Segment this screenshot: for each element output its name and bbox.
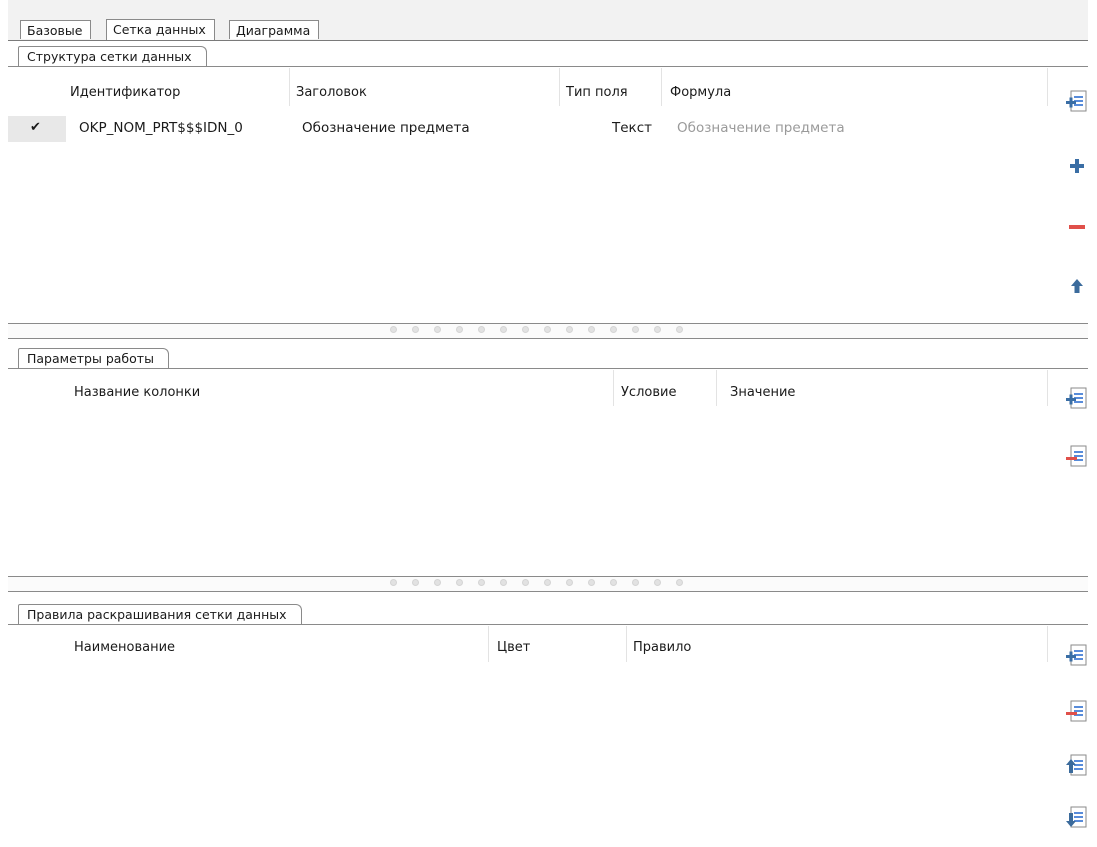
remove-row-icon (1066, 700, 1087, 722)
remove-row-icon (1066, 445, 1087, 467)
remove-param-button[interactable] (1064, 444, 1090, 470)
col-header-condition[interactable]: Условие (621, 385, 676, 400)
col-header-column-name[interactable]: Название колонки (74, 385, 200, 400)
add-param-button[interactable] (1064, 386, 1090, 412)
col-divider (661, 68, 662, 106)
splitter-top[interactable] (8, 323, 1088, 339)
col-header-value[interactable]: Значение (730, 385, 795, 400)
cell-formula[interactable]: Обозначение предмета (677, 120, 845, 136)
tab-basic[interactable]: Базовые (20, 20, 92, 39)
move-rule-down-button[interactable] (1064, 805, 1090, 831)
arrow-up-icon (1071, 279, 1083, 293)
col-divider (1047, 68, 1048, 106)
col-header-formula[interactable]: Формула (670, 85, 731, 100)
grid-structure-header: Структура сетки данных (8, 44, 1088, 67)
top-tab-strip: Базовые Сетка данных Диаграмма (8, 0, 1088, 41)
grid-structure-tab[interactable]: Структура сетки данных (18, 46, 207, 66)
col-header-color[interactable]: Цвет (497, 640, 530, 655)
add-row-icon (1066, 90, 1087, 112)
col-divider (626, 626, 627, 662)
col-header-identifier[interactable]: Идентификатор (70, 85, 180, 100)
splitter-grip (390, 326, 683, 333)
row-selector[interactable]: ✔ (8, 116, 66, 142)
move-rule-up-button[interactable] (1064, 753, 1090, 779)
tab-data-grid[interactable]: Сетка данных (106, 19, 215, 40)
col-divider (488, 626, 489, 662)
remove-button[interactable] (1064, 214, 1090, 240)
coloring-rules-tab[interactable]: Правила раскрашивания сетки данных (18, 604, 302, 624)
add-row-icon (1066, 387, 1087, 409)
col-divider (613, 370, 614, 406)
coloring-rules-header: Правила раскрашивания сетки данных (8, 602, 1088, 625)
col-divider (289, 68, 290, 106)
add-row-button[interactable] (1064, 89, 1090, 115)
col-divider (1047, 626, 1048, 662)
check-icon: ✔ (30, 120, 41, 135)
move-up-button[interactable] (1064, 273, 1090, 299)
splitter-grip (390, 579, 683, 586)
move-up-icon (1066, 754, 1087, 776)
move-down-icon (1066, 806, 1087, 828)
col-divider (1047, 370, 1048, 406)
work-params-header: Параметры работы (8, 346, 1088, 369)
col-header-field-type[interactable]: Тип поля (566, 85, 628, 100)
work-params-tab[interactable]: Параметры работы (18, 348, 169, 368)
plus-icon (1070, 159, 1084, 173)
col-header-name[interactable]: Наименование (74, 640, 175, 655)
add-row-icon (1066, 644, 1087, 666)
remove-rule-button[interactable] (1064, 699, 1090, 725)
col-divider (559, 68, 560, 106)
cell-caption[interactable]: Обозначение предмета (302, 120, 470, 136)
cell-field-type[interactable]: Текст (612, 120, 652, 136)
col-divider (716, 370, 717, 406)
col-header-caption[interactable]: Заголовок (296, 85, 367, 100)
col-header-rule[interactable]: Правило (633, 640, 691, 655)
add-button[interactable] (1064, 153, 1090, 179)
splitter-bottom[interactable] (8, 576, 1088, 592)
tab-chart[interactable]: Диаграмма (229, 20, 320, 39)
add-rule-button[interactable] (1064, 643, 1090, 669)
cell-identifier[interactable]: OKP_NOM_PRT$$$IDN_0 (79, 120, 243, 136)
minus-icon (1069, 225, 1085, 229)
